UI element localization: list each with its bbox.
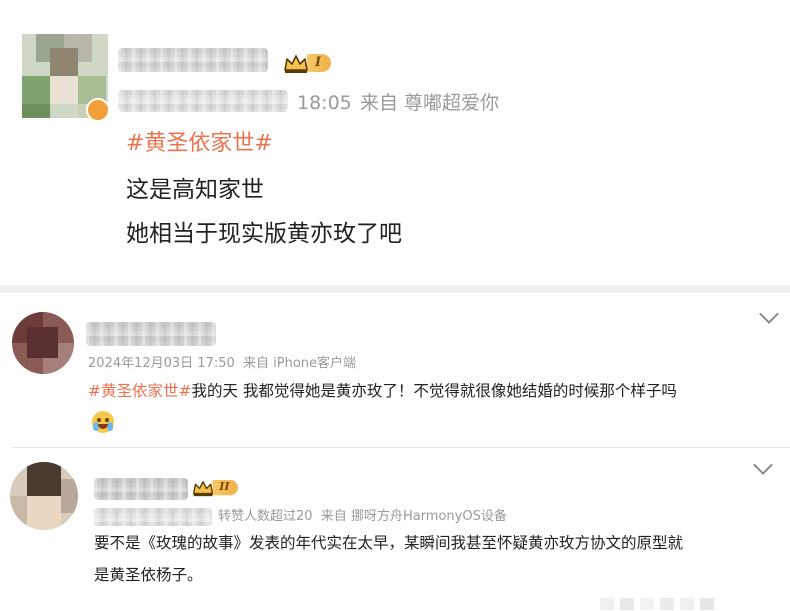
section-divider	[0, 285, 790, 293]
post-date-blurred	[118, 90, 288, 112]
watermark-blocks	[600, 598, 780, 610]
post-source[interactable]: 来自 尊嘟超爱你	[360, 92, 499, 114]
comment-1-text: 我的天 我都觉得她是黄亦玫了！不觉得就很像她结婚的时候那个样子吗	[191, 382, 677, 400]
comment-1-menu-chevron-icon[interactable]	[759, 304, 779, 324]
comment-2-menu-chevron-icon[interactable]	[753, 455, 773, 475]
commenter-1-avatar[interactable]	[12, 312, 74, 374]
post-author-verified-badge	[86, 98, 110, 122]
comment-2-date-blurred	[94, 508, 212, 526]
post-time: 18:05	[297, 92, 352, 114]
user-level-label: I	[307, 54, 332, 72]
comment-divider	[12, 447, 790, 448]
post-text-line-2: 她相当于现实版黄亦玫了吧	[126, 221, 402, 247]
crying-face-emoji-icon	[92, 411, 114, 433]
comment-1-topic-link[interactable]: #黄圣依家世#	[88, 382, 191, 400]
comment-1-body: #黄圣依家世#我的天 我都觉得她是黄亦玫了！不觉得就很像她结婚的时候那个样子吗	[88, 380, 677, 402]
post-author-name-blurred[interactable]	[118, 48, 268, 72]
post-text-line-1: 这是高知家世	[126, 177, 264, 203]
commenter-2-level-badge[interactable]: II	[192, 480, 239, 497]
crown-icon	[192, 480, 214, 497]
commenter-1-name-blurred[interactable]	[86, 322, 216, 346]
commenter-2-name-blurred[interactable]	[94, 478, 188, 500]
comment-1-meta: 2024年12月03日 17:50 来自 iPhone客户端	[88, 356, 357, 371]
comment-2-text-line-2: 是黄圣依杨子。	[94, 566, 203, 584]
user-level-badge[interactable]: I	[283, 54, 332, 73]
comment-2-meta: 转赞人数超过20 来自 挪呀方舟HarmonyOS设备	[218, 509, 507, 524]
post-topic-link[interactable]: #黄圣依家世#	[126, 131, 273, 157]
commenter-2-avatar[interactable]	[10, 462, 78, 530]
comment-2-text-line-1: 要不是《玫瑰的故事》发表的年代实在太早，某瞬间我甚至怀疑黄亦玫方协文的原型就	[94, 534, 684, 552]
crown-icon	[283, 54, 308, 73]
commenter-2-level-label: II	[212, 480, 239, 496]
